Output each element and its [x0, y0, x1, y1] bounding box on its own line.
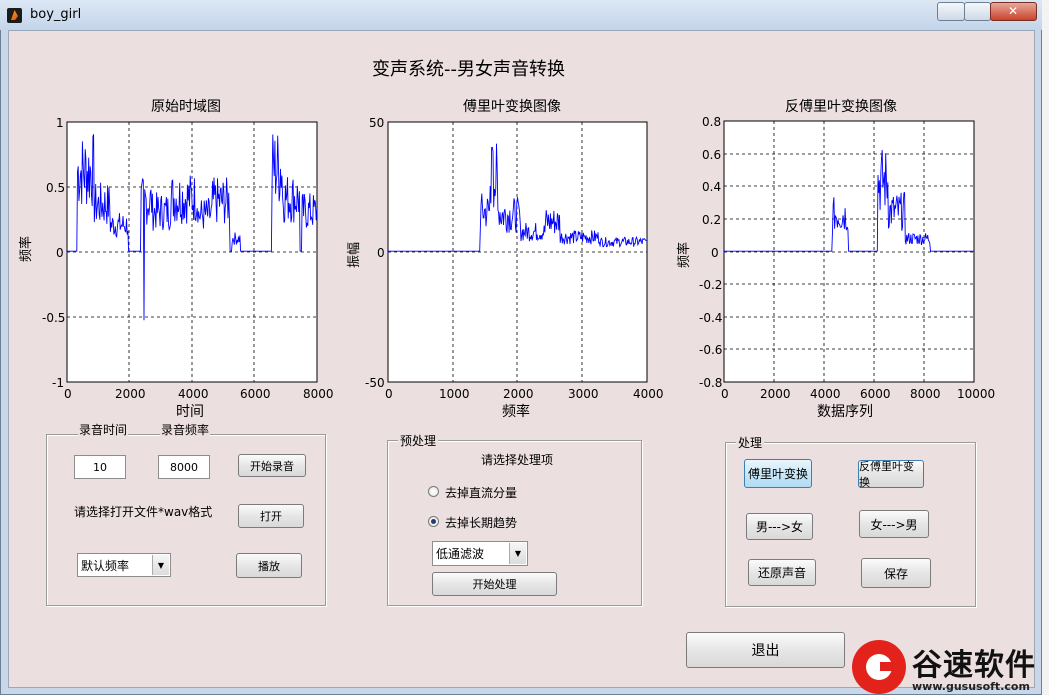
x-tick: 2000	[760, 387, 791, 401]
exit-button[interactable]: 退出	[686, 632, 845, 668]
save-button[interactable]: 保存	[861, 558, 931, 588]
y-tick: 50	[369, 116, 385, 130]
x-axis-label: 数据序列	[817, 404, 873, 420]
y-tick: 0.6	[702, 148, 722, 162]
radio-remove-dc[interactable]	[428, 486, 439, 497]
radio-remove-dc-label: 去掉直流分量	[445, 486, 518, 500]
open-file-prompt: 请选择打开文件*wav格式	[74, 505, 213, 519]
x-tick: 2000	[115, 387, 146, 401]
x-tick: 10000	[957, 387, 996, 401]
x-tick: 6000	[860, 387, 891, 401]
watermark-name: 谷速软件	[912, 648, 1036, 683]
y-tick: -50	[365, 376, 385, 390]
radio-remove-trend-label: 去掉长期趋势	[445, 516, 518, 530]
y-tick: -0.4	[699, 311, 723, 325]
x-tick: 3000	[568, 387, 599, 401]
start-process-button[interactable]: 开始处理	[432, 572, 557, 596]
open-button[interactable]: 打开	[238, 504, 304, 528]
y-tick: 0.2	[702, 213, 722, 227]
y-tick: 0.8	[702, 115, 722, 129]
ifft-axes	[723, 120, 975, 383]
y-tick: -0.5	[42, 311, 66, 325]
restore-sound-button[interactable]: 还原声音	[748, 559, 816, 586]
y-tick: 1	[56, 116, 64, 130]
y-tick: -0.8	[699, 376, 723, 390]
ifft-button[interactable]: 反傅里叶变换	[858, 460, 924, 489]
x-tick: 4000	[633, 387, 664, 401]
y-tick: 0.5	[46, 181, 66, 195]
x-axis-label: 时间	[176, 404, 204, 420]
female-to-male-button[interactable]: 女--->男	[859, 510, 929, 538]
watermark-url: www.gususoft.com	[912, 680, 1030, 693]
x-tick: 0	[721, 387, 729, 401]
fft-button[interactable]: 傅里叶变换	[744, 459, 812, 488]
y-tick: 0	[377, 246, 385, 260]
record-time-input[interactable]: 10	[74, 455, 126, 479]
record-rate-label: 录音频率	[160, 421, 211, 438]
play-button[interactable]: 播放	[236, 553, 302, 578]
chevron-down-icon: ▼	[152, 555, 169, 575]
male-to-female-button[interactable]: 男--->女	[746, 513, 813, 540]
x-tick: 8000	[910, 387, 941, 401]
rate-select-value: 默认频率	[81, 559, 130, 573]
filter-select-value: 低通滤波	[436, 547, 485, 561]
fft-plot-title: 傅里叶变换图像	[463, 99, 561, 115]
y-axis-label: 振幅	[347, 241, 362, 268]
x-tick: 0	[385, 387, 393, 401]
record-time-label: 录音时间	[78, 421, 129, 438]
y-tick: -0.6	[699, 343, 723, 357]
x-tick: 4000	[178, 387, 209, 401]
preprocess-title: 预处理	[398, 432, 439, 449]
y-tick: 0.4	[702, 180, 722, 194]
filter-select[interactable]: 低通滤波 ▼	[432, 541, 528, 566]
record-rate-input[interactable]: 8000	[158, 455, 210, 479]
y-axis-label: 频率	[19, 235, 34, 262]
rate-select[interactable]: 默认频率 ▼	[77, 553, 171, 577]
chevron-down-icon: ▼	[509, 543, 526, 564]
x-tick: 0	[64, 387, 72, 401]
process-title: 处理	[736, 434, 765, 451]
preprocess-prompt: 请选择处理项	[481, 453, 554, 467]
fft-axes	[387, 121, 648, 383]
y-axis-label: 频率	[677, 241, 692, 268]
y-tick: -1	[52, 376, 64, 390]
x-tick: 4000	[810, 387, 841, 401]
ifft-plot-title: 反傅里叶变换图像	[785, 99, 897, 115]
x-tick: 8000	[303, 387, 334, 401]
y-tick: 0	[56, 246, 64, 260]
x-tick: 2000	[503, 387, 534, 401]
x-tick: 6000	[240, 387, 271, 401]
y-tick: 0	[711, 246, 719, 260]
y-tick: -0.2	[699, 278, 723, 292]
time-domain-axes	[66, 121, 318, 383]
gususoft-logo-bar	[880, 662, 902, 671]
start-record-button[interactable]: 开始录音	[238, 454, 306, 477]
radio-remove-trend[interactable]	[428, 516, 439, 527]
x-tick: 1000	[439, 387, 470, 401]
x-axis-label: 频率	[502, 404, 530, 420]
